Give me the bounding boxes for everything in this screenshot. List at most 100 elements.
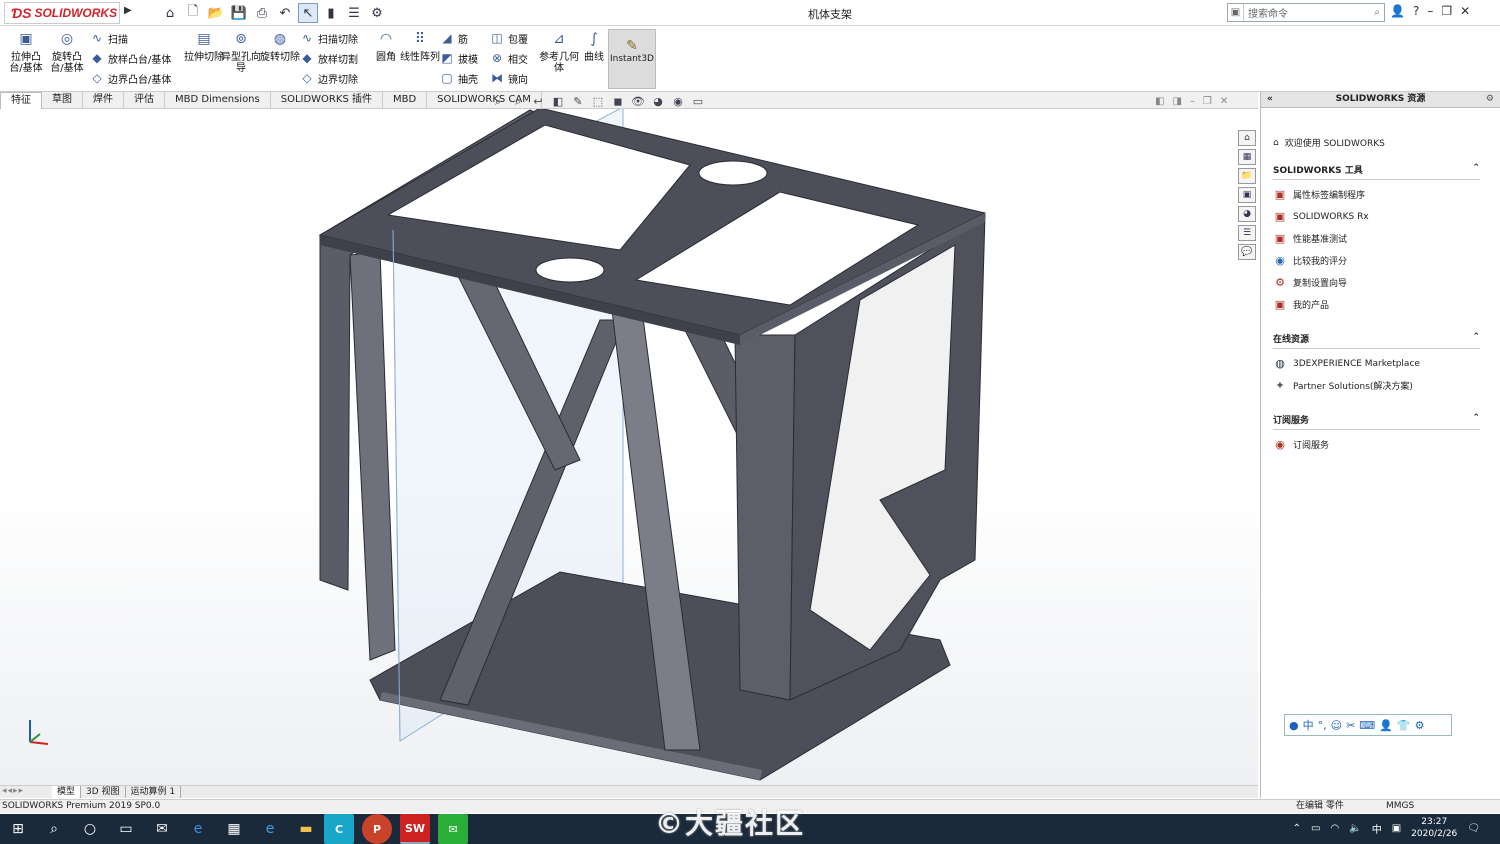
forum-icon[interactable]: 💬 <box>1238 244 1256 260</box>
section-view-icon[interactable]: ◧ <box>550 95 566 109</box>
boundary-cut-button[interactable]: ◇ 边界切除 <box>300 70 358 86</box>
appearances-scenes-icon[interactable]: ◕ <box>1238 206 1256 222</box>
minimize-icon[interactable]: – <box>1427 4 1433 18</box>
search-input[interactable]: 搜索命令 <box>1244 5 1374 20</box>
loft-cut-button[interactable]: ◆ 放样切割 <box>300 50 358 66</box>
ime-emoji-icon[interactable]: ☺ <box>1331 719 1342 732</box>
ime-tray-icon[interactable]: ▣ <box>1392 823 1401 834</box>
boundary-boss-button[interactable]: ◇ 边界凸台/基体 <box>90 70 171 86</box>
file-explorer-icon[interactable]: ▬ <box>288 814 324 844</box>
ime-user-icon[interactable]: 👤 <box>1379 719 1393 732</box>
viewport-expand-icon[interactable]: ◨ <box>1172 96 1181 107</box>
tab-evaluate[interactable]: 评估 <box>124 92 165 109</box>
save-icon[interactable]: 💾 <box>229 3 249 23</box>
rib-button[interactable]: ◢ 筋 <box>440 30 468 46</box>
ie-icon[interactable]: e <box>252 814 288 844</box>
input-language[interactable]: 中 <box>1372 821 1382 836</box>
user-icon[interactable]: 👤 <box>1390 4 1405 18</box>
section-sw-tools[interactable]: SOLIDWORKS 工具 ⌃ <box>1273 163 1480 180</box>
hole-wizard-button[interactable]: ⊚ 异型孔向导 <box>221 32 261 74</box>
linear-pattern-button[interactable]: ⠿ 线性阵列 <box>400 32 440 63</box>
tab-sketch[interactable]: 草图 <box>42 92 83 109</box>
list-item[interactable]: ▣ SOLIDWORKS Rx <box>1273 209 1500 224</box>
list-item[interactable]: ✦ Partner Solutions(解决方案) <box>1273 378 1500 393</box>
unit-system[interactable]: MMGS <box>1386 800 1414 813</box>
extrude-cut-button[interactable]: ▤ 拉伸切除 <box>184 32 224 63</box>
options-gear-icon[interactable]: ⚙ <box>367 3 387 23</box>
powerpoint-icon[interactable]: P <box>362 814 392 844</box>
chevron-up-icon[interactable]: ⌃ <box>1472 332 1480 345</box>
edit-appearance-icon[interactable]: ◕ <box>650 95 666 109</box>
store-icon[interactable]: ▦ <box>216 814 252 844</box>
viewport-minimize-icon[interactable]: – <box>1190 96 1195 107</box>
search-mode-icon[interactable]: ▣ <box>1228 4 1244 21</box>
ime-logo-icon[interactable]: ● <box>1289 719 1299 732</box>
volume-icon[interactable]: 🔈 <box>1349 823 1361 834</box>
section-subscription[interactable]: 订阅服务 ⌃ <box>1273 413 1480 430</box>
list-item[interactable]: ◍ 3DEXPERIENCE Marketplace <box>1273 356 1500 371</box>
ime-keyboard-icon[interactable]: ⌨ <box>1359 719 1375 732</box>
list-item[interactable]: ▣ 性能基准测试 <box>1273 231 1500 246</box>
menu-expand-arrow-icon[interactable]: ▶ <box>124 5 134 21</box>
tab-weldments[interactable]: 焊件 <box>83 92 124 109</box>
list-item[interactable]: ⚙ 复制设置向导 <box>1273 275 1500 290</box>
home-icon[interactable]: ⌂ <box>160 3 180 23</box>
tab-motion-study[interactable]: 运动算例 1 <box>126 786 182 798</box>
revolve-boss-button[interactable]: ◎ 旋转凸台/基体 <box>47 32 87 74</box>
notification-icon[interactable]: 🗨 <box>1467 823 1480 834</box>
dynamic-annotation-icon[interactable]: ✎ <box>570 95 586 109</box>
solidworks-logo[interactable]: ƊS SOLIDWORKS <box>4 2 120 24</box>
frame-bracket-model[interactable] <box>0 109 1258 785</box>
chevron-up-icon[interactable]: ⌃ <box>1472 413 1480 426</box>
list-item[interactable]: ▣ 属性标签编制程序 <box>1273 187 1500 202</box>
edge-icon[interactable]: e <box>180 814 216 844</box>
graphics-area[interactable] <box>0 109 1258 785</box>
tab-scroll-arrows-icon[interactable]: ◂◂▸▸ <box>0 786 52 798</box>
wechat-icon[interactable]: ✉ <box>438 814 468 844</box>
rebuild-icon[interactable]: ▮ <box>321 3 341 23</box>
print-icon[interactable]: ⎙ <box>252 3 272 23</box>
design-library-icon[interactable]: ▦ <box>1238 149 1256 165</box>
revolve-cut-button[interactable]: ◍ 旋转切除 <box>260 32 300 63</box>
close-icon[interactable]: ✕ <box>1460 4 1470 18</box>
hide-show-items-icon[interactable]: 👁 <box>630 95 646 109</box>
viewport-restore-icon[interactable]: ❐ <box>1203 96 1212 107</box>
undo-icon[interactable]: ↶ <box>275 3 295 23</box>
tab-3d-views[interactable]: 3D 视图 <box>81 786 126 798</box>
zoom-to-fit-icon[interactable]: ⌕ <box>490 95 506 109</box>
chevron-up-icon[interactable]: ⌃ <box>1472 163 1480 176</box>
welcome-link[interactable]: ⌂ 欢迎使用 SOLIDWORKS <box>1273 136 1500 150</box>
shell-button[interactable]: ▢ 抽壳 <box>440 70 478 86</box>
open-icon[interactable]: 📂 <box>206 3 226 23</box>
collapse-pane-icon[interactable]: « <box>1267 92 1273 107</box>
tab-addins[interactable]: SOLIDWORKS 插件 <box>271 92 383 109</box>
select-pointer-icon[interactable]: ↖ <box>298 3 318 23</box>
tray-expand-icon[interactable]: ⌃ <box>1293 823 1301 834</box>
new-document-icon[interactable]: 🗋 <box>183 3 203 23</box>
restore-icon[interactable]: ❐ <box>1441 4 1452 18</box>
ime-tools-icon[interactable]: ✂ <box>1346 719 1355 732</box>
tab-features[interactable]: 特征 <box>0 92 42 109</box>
view-orientation-icon[interactable]: ⬚ <box>590 95 606 109</box>
solidworks-taskbar-icon[interactable]: SW <box>400 814 430 844</box>
tab-mbd-dimensions[interactable]: MBD Dimensions <box>165 92 271 109</box>
previous-view-icon[interactable]: ↩ <box>530 95 546 109</box>
mail-icon[interactable]: ✉ <box>144 814 180 844</box>
view-palette-icon[interactable]: ▣ <box>1238 187 1256 203</box>
search-icon[interactable]: ⌕ <box>1374 7 1384 18</box>
loft-button[interactable]: ◆ 放样凸台/基体 <box>90 50 171 66</box>
viewport-close-icon[interactable]: ✕ <box>1220 96 1228 107</box>
search-commands-box[interactable]: ▣ 搜索命令 ⌕ <box>1227 3 1385 22</box>
wifi-icon[interactable]: ◠ <box>1331 823 1340 834</box>
search-icon[interactable]: ⌕ <box>36 814 72 844</box>
battery-icon[interactable]: ▭ <box>1311 823 1320 834</box>
mirror-button[interactable]: ⧓ 镜向 <box>490 70 528 86</box>
extrude-boss-button[interactable]: ▣ 拉伸凸台/基体 <box>6 32 46 74</box>
wrap-button[interactable]: ◫ 包覆 <box>490 30 528 46</box>
file-properties-icon[interactable]: ☰ <box>344 3 364 23</box>
list-item[interactable]: ◉ 订阅服务 <box>1273 437 1500 452</box>
list-item[interactable]: ▣ 我的产品 <box>1273 297 1500 312</box>
ime-language[interactable]: 中 <box>1303 717 1314 733</box>
draft-button[interactable]: ◩ 拔模 <box>440 50 478 66</box>
sweep-cut-button[interactable]: ∿ 扫描切除 <box>300 30 358 46</box>
